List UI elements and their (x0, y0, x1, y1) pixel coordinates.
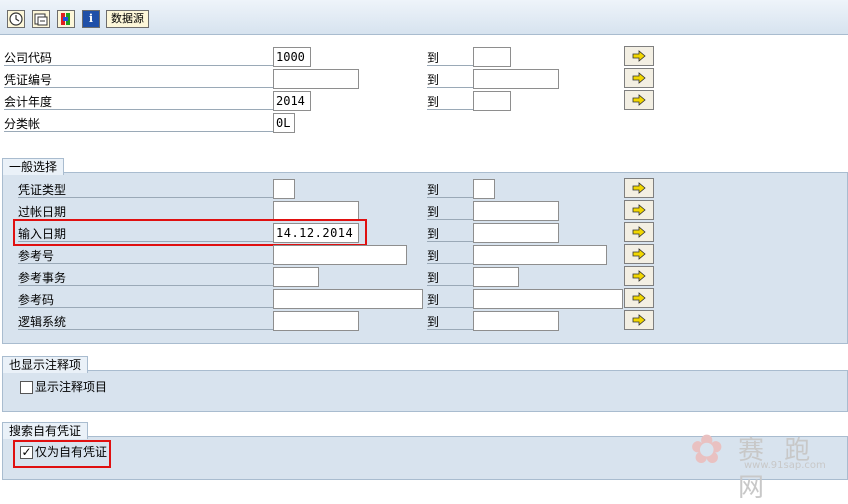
reference-label: 参考号 (18, 248, 274, 264)
fiscal-year-multiple-selection-button[interactable] (624, 90, 654, 110)
reference-to-input[interactable] (473, 245, 607, 265)
entry-date-multiple-selection-button[interactable] (624, 222, 654, 242)
document-number-from-input[interactable] (273, 69, 359, 89)
logical-system-label: 逻辑系统 (18, 314, 274, 330)
company-code-multiple-selection-button[interactable] (624, 46, 654, 66)
data-source-label: 数据源 (111, 12, 144, 25)
document-type-label: 凭证类型 (18, 182, 274, 198)
reference-transaction-from-input[interactable] (273, 267, 319, 287)
noted-items-checkbox-label: 显示注释项目 (35, 380, 108, 394)
company-code-label: 公司代码 (4, 50, 274, 66)
arrow-right-icon (632, 182, 646, 194)
document-type-to-input[interactable] (473, 179, 495, 199)
reference-transaction-label: 参考事务 (18, 270, 274, 286)
document-number-multiple-selection-button[interactable] (624, 68, 654, 88)
noted-items-group (2, 370, 848, 412)
entry-date-highlight (13, 219, 367, 246)
fiscal-year-to-input[interactable] (473, 91, 511, 111)
posting-date-label: 过帐日期 (18, 204, 274, 220)
document-number-to-label: 到 (427, 72, 473, 88)
company-code-to-label: 到 (427, 50, 473, 66)
noted-items-checkbox[interactable] (20, 381, 33, 394)
reference-multiple-selection-button[interactable] (624, 244, 654, 264)
own-documents-title: 搜索自有凭证 (2, 422, 89, 439)
selection-options-button[interactable] (57, 10, 75, 28)
reference-key-multiple-selection-button[interactable] (624, 288, 654, 308)
entry-date-to-input[interactable] (473, 223, 559, 243)
fiscal-year-label: 会计年度 (4, 94, 274, 110)
variant-icon (34, 13, 48, 26)
reference-transaction-to-input[interactable] (473, 267, 519, 287)
watermark-url: www.91sap.com (744, 460, 826, 471)
selection-options-icon (61, 13, 70, 25)
logical-system-to-label: 到 (427, 314, 473, 330)
logical-system-from-input[interactable] (273, 311, 359, 331)
reference-from-input[interactable] (273, 245, 407, 265)
ledger-label: 分类帐 (4, 116, 274, 132)
document-type-to-label: 到 (427, 182, 473, 198)
reference-transaction-multiple-selection-button[interactable] (624, 266, 654, 286)
document-type-multiple-selection-button[interactable] (624, 178, 654, 198)
arrow-right-icon (632, 248, 646, 260)
document-number-label: 凭证编号 (4, 72, 274, 88)
reference-key-to-label: 到 (427, 292, 473, 308)
application-toolbar: i 数据源 (0, 0, 848, 35)
arrow-right-icon (632, 204, 646, 216)
ledger-input[interactable]: 0L (273, 113, 295, 133)
reference-to-label: 到 (427, 248, 473, 264)
posting-date-from-input[interactable] (273, 201, 359, 221)
reference-key-from-input[interactable] (273, 289, 423, 309)
reference-key-label: 参考码 (18, 292, 274, 308)
reference-transaction-to-label: 到 (427, 270, 473, 286)
company-code-from-input[interactable]: 1000 (273, 47, 311, 67)
logical-system-to-input[interactable] (473, 311, 559, 331)
arrow-right-icon (632, 226, 646, 238)
document-type-from-input[interactable] (273, 179, 295, 199)
info-icon: i (88, 12, 94, 25)
reference-key-to-input[interactable] (473, 289, 623, 309)
document-number-to-input[interactable] (473, 69, 559, 89)
posting-date-multiple-selection-button[interactable] (624, 200, 654, 220)
watermark-logo-icon: ✿ (690, 427, 724, 473)
noted-items-title: 也显示注释项 (2, 356, 89, 373)
execute-button[interactable] (7, 10, 25, 28)
info-button[interactable]: i (82, 10, 100, 28)
posting-date-to-label: 到 (427, 204, 473, 220)
fiscal-year-to-label: 到 (427, 94, 473, 110)
execute-icon (9, 12, 23, 26)
arrow-right-icon (632, 270, 646, 282)
posting-date-to-input[interactable] (473, 201, 559, 221)
data-source-button[interactable]: 数据源 (106, 10, 149, 28)
arrow-right-icon (632, 94, 646, 106)
arrow-right-icon (632, 292, 646, 304)
arrow-right-icon (632, 50, 646, 62)
fiscal-year-from-input[interactable]: 2014 (273, 91, 311, 111)
company-code-to-input[interactable] (473, 47, 511, 67)
own-documents-highlight (13, 440, 111, 468)
entry-date-to-label: 到 (427, 226, 473, 242)
arrow-right-icon (632, 72, 646, 84)
variant-button[interactable] (32, 10, 50, 28)
arrow-right-icon (632, 314, 646, 326)
logical-system-multiple-selection-button[interactable] (624, 310, 654, 330)
general-selection-title: 一般选择 (2, 158, 65, 175)
